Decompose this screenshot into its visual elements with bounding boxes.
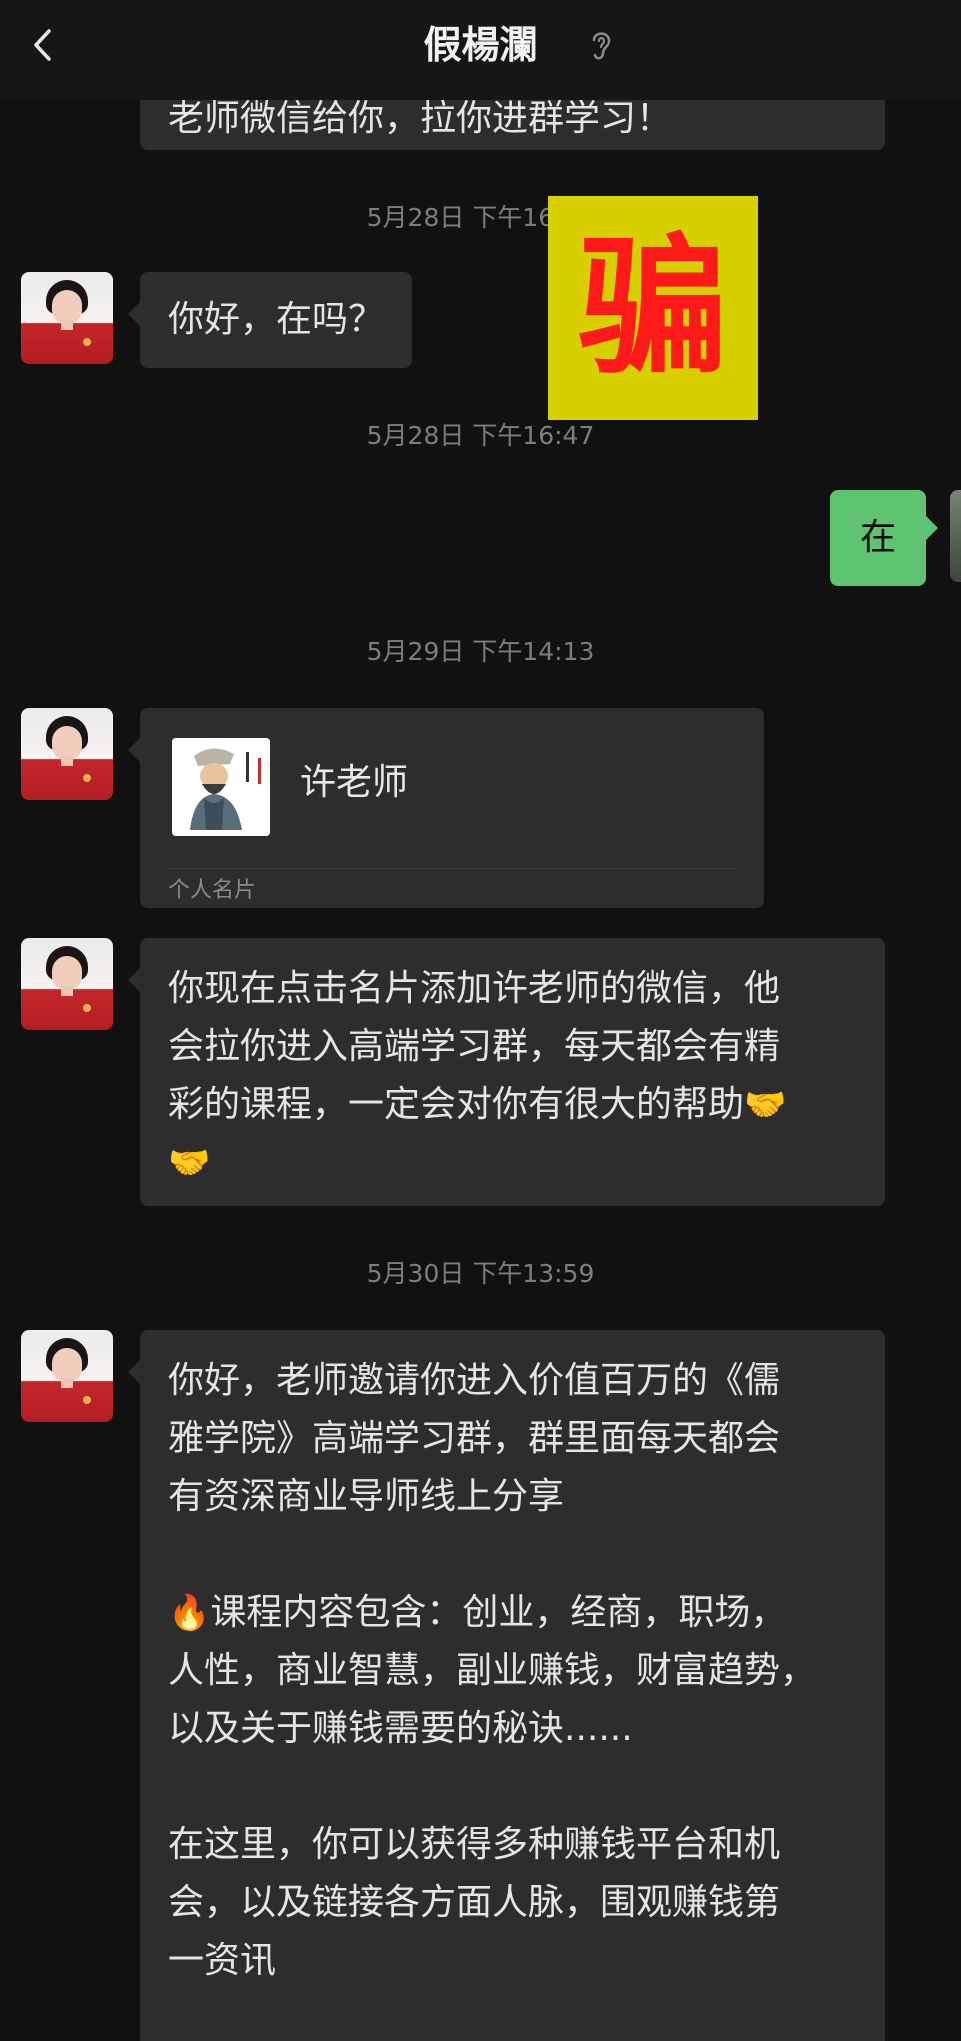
- message-bubble[interactable]: 你好，在吗？: [127, 272, 413, 368]
- self-avatar[interactable]: [950, 490, 961, 582]
- chat-header: 假楊瀾: [0, 0, 961, 100]
- message-text: 你好，在吗？: [168, 299, 385, 340]
- message-text-line: 会拉你进入高端学习群，每天都会有精: [168, 1026, 781, 1067]
- timestamp: 5月29日 下午14:13: [366, 637, 595, 666]
- message-paragraph: 你好，老师邀请你进入价值百万的《儒 雅学院》高端学习群，群里面每天都会 有资深商…: [168, 1360, 781, 1517]
- contact-card[interactable]: 许老师 个人名片: [128, 708, 764, 908]
- avatar[interactable]: [21, 938, 113, 1030]
- contact-card-avatar: [172, 738, 270, 836]
- fire-icon: 🔥: [168, 1593, 211, 1633]
- ear-icon: [592, 32, 611, 60]
- timestamp: 5月28日 下午16:47: [366, 421, 595, 450]
- chat-title: 假楊瀾: [423, 23, 538, 67]
- scam-stamp: 骗: [548, 196, 758, 420]
- contact-card-label: 个人名片: [168, 878, 257, 903]
- message-text: 在: [859, 517, 896, 558]
- message-bubble[interactable]: 你现在点击名片添加许老师的微信，他 会拉你进入高端学习群，每天都会有精 彩的课程…: [128, 938, 885, 1206]
- message-paragraph: 课程内容包含：创业，经商，职场， 人性，商业智慧，副业赚钱，财富趋势， 以及关于…: [168, 1592, 817, 1749]
- chat-screen: 老师微信给你，拉你进群学习！ 假楊瀾 5月28日 下午16:41 你好，在吗？ …: [0, 0, 961, 2041]
- contact-card-name: 许老师: [300, 762, 409, 803]
- self-message-bubble[interactable]: 在: [830, 490, 938, 586]
- avatar[interactable]: [21, 1330, 113, 1422]
- scam-stamp-text: 骗: [577, 221, 728, 395]
- avatar[interactable]: [21, 708, 113, 800]
- message-paragraph: 在这里，你可以获得多种赚钱平台和机 会，以及链接各方面人脉，围观赚钱第 一资讯: [168, 1824, 781, 1981]
- scholar-illustration-icon: [172, 738, 270, 836]
- handshake-icon: 🤝: [744, 1085, 787, 1125]
- handshake-icon: 🤝: [168, 1143, 211, 1183]
- timestamp: 5月28日 下午16:41: [366, 203, 595, 232]
- timestamp: 5月30日 下午13:59: [366, 1259, 595, 1288]
- avatar[interactable]: [21, 272, 113, 364]
- message-text-line: 你现在点击名片添加许老师的微信，他: [168, 968, 781, 1009]
- divider: [168, 868, 736, 869]
- message-bubble[interactable]: 你好，老师邀请你进入价值百万的《儒 雅学院》高端学习群，群里面每天都会 有资深商…: [128, 1330, 885, 2041]
- message-text-line: 彩的课程，一定会对你有很大的帮助: [168, 1084, 745, 1125]
